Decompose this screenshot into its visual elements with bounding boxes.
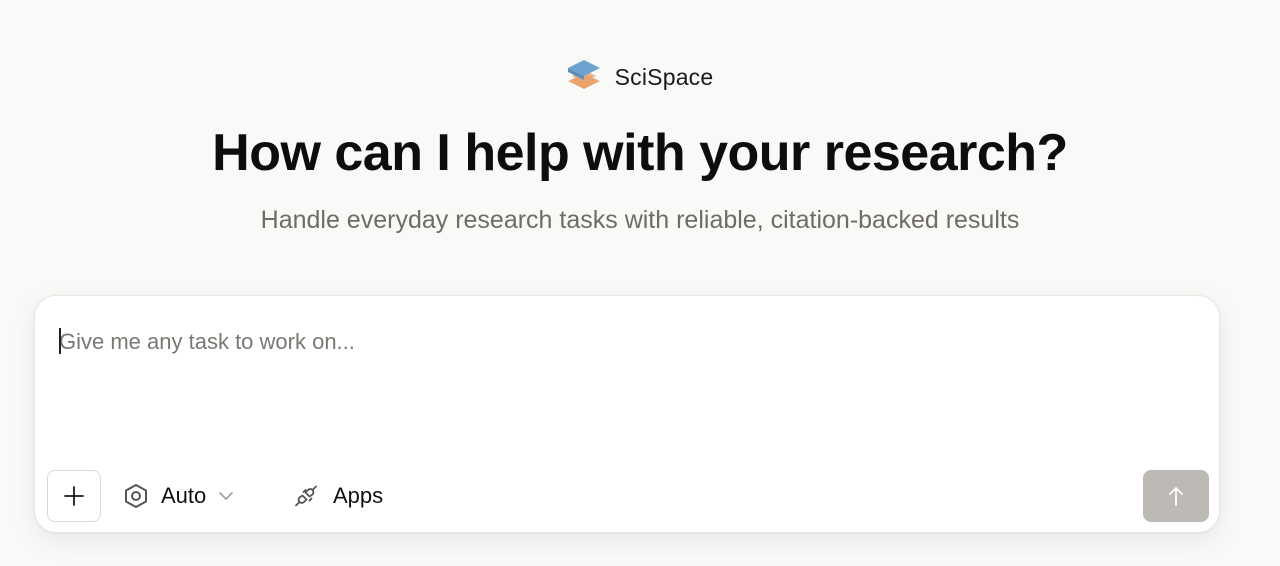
arrow-up-icon	[1166, 485, 1186, 507]
mode-selected-label: Auto	[161, 483, 207, 508]
apps-button[interactable]: Apps	[293, 472, 383, 520]
task-composer: Auto Apps	[34, 295, 1220, 533]
plus-icon	[63, 485, 85, 507]
text-caret	[59, 328, 61, 354]
scispace-logo-icon	[567, 58, 601, 96]
page-subtitle: Handle everyday research tasks with reli…	[260, 206, 1020, 234]
brand-name: SciSpace	[614, 63, 714, 90]
page-title: How can I help with your research?	[212, 124, 1068, 182]
send-button[interactable]	[1143, 470, 1209, 522]
apps-label: Apps	[333, 483, 384, 508]
task-input[interactable]	[59, 322, 1189, 362]
chevron-down-icon	[218, 490, 234, 502]
add-attachment-button[interactable]	[47, 470, 101, 522]
mode-dropdown[interactable]: Auto	[123, 472, 234, 520]
brand-header: SciSpace	[0, 58, 1280, 96]
hexagon-icon	[123, 483, 149, 509]
plug-icon	[293, 483, 319, 509]
